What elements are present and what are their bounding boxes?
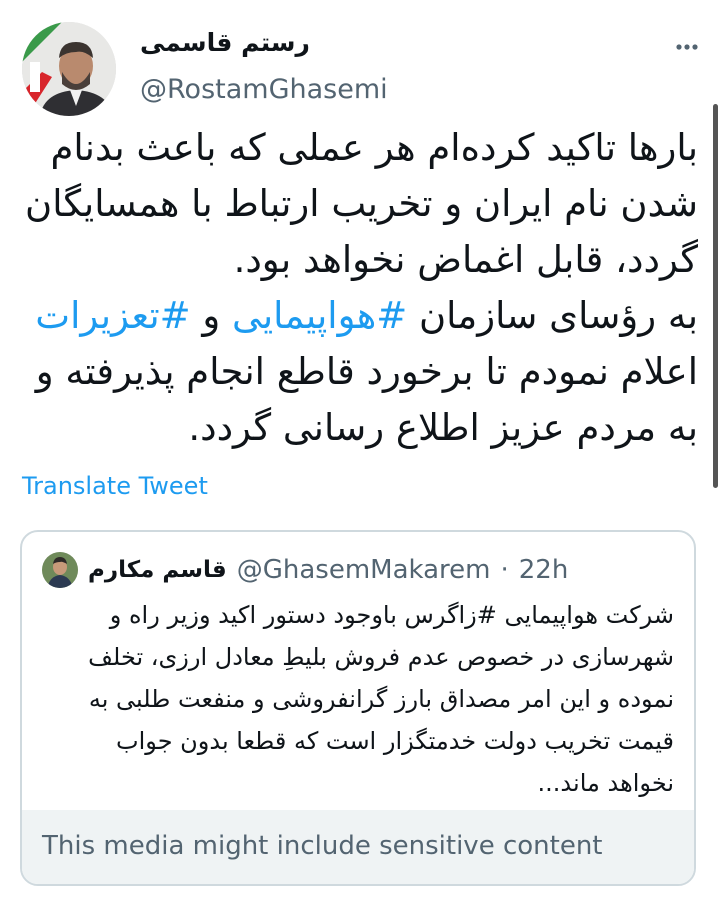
more-horizontal-icon[interactable] bbox=[676, 36, 698, 50]
quoted-text-prefix: شرکت هواپیمایی bbox=[496, 601, 675, 629]
quoted-text-suffix: باوجود دستور اکید وزیر راه و شهرسازی در … bbox=[88, 601, 674, 797]
hashtag-link[interactable]: #تعزیرات bbox=[35, 294, 190, 337]
tweet-text-part1: بارها تاکید کرده‌ام هر عملی که باعث بدنا… bbox=[25, 126, 698, 281]
sensitive-content-notice[interactable]: This media might include sensitive conte… bbox=[22, 810, 694, 884]
tweet-text: بارها تاکید کرده‌ام هر عملی که باعث بدنا… bbox=[18, 120, 698, 456]
tweet-text-part2-suffix: اعلام نمودم تا برخورد قاطع انجام پذیرفته… bbox=[35, 350, 698, 449]
quoted-tweet-time[interactable]: 22h bbox=[519, 555, 569, 585]
quoted-hashtag: #زاگرس bbox=[404, 601, 497, 629]
tweet-text-part2-prefix: به رؤسای سازمان bbox=[407, 294, 698, 337]
quoted-tweet-card[interactable]: قاسم مکارم @GhasemMakarem · 22h شرکت هوا… bbox=[20, 530, 696, 886]
quoted-tweet-header: قاسم مکارم @GhasemMakarem · 22h bbox=[42, 550, 674, 590]
translate-tweet-link[interactable]: Translate Tweet bbox=[22, 472, 208, 500]
quoted-author-handle[interactable]: @GhasemMakarem bbox=[237, 555, 491, 585]
tweet-text-part2-middle: و bbox=[190, 294, 233, 337]
author-handle[interactable]: @RostamGhasemi bbox=[140, 74, 388, 105]
author-photo bbox=[22, 22, 116, 116]
quoted-author-photo bbox=[42, 552, 78, 588]
quoted-author-avatar[interactable] bbox=[42, 552, 78, 588]
scrollbar-thumb[interactable] bbox=[713, 104, 718, 488]
quoted-author-display-name[interactable]: قاسم مکارم bbox=[88, 557, 227, 583]
quoted-tweet-text: شرکت هواپیمایی #زاگرس باوجود دستور اکید … bbox=[42, 594, 674, 804]
hashtag-link[interactable]: #هواپیمایی bbox=[232, 294, 407, 337]
meta-separator: · bbox=[500, 555, 509, 585]
author-display-name[interactable]: رستم قاسمی bbox=[140, 28, 310, 57]
author-avatar[interactable] bbox=[22, 22, 116, 116]
